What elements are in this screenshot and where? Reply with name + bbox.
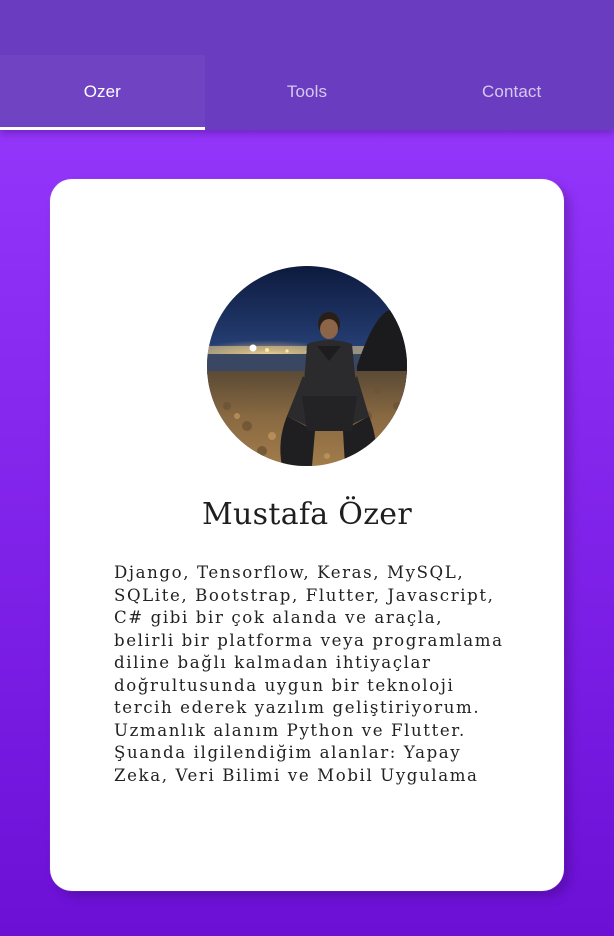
tab-ozer-label: Ozer (83, 82, 121, 101)
tab-ozer[interactable]: Ozer (0, 55, 205, 130)
tab-tools-label: Tools (286, 82, 328, 101)
tab-contact-label: Contact (482, 82, 542, 101)
avatar (207, 266, 407, 466)
profile-card: Mustafa Özer Django, Tensorflow, Keras, … (50, 179, 564, 891)
tab-bar: Ozer Tools Contact (0, 55, 614, 130)
profile-name: Mustafa Özer (202, 497, 412, 532)
avatar-photo (207, 266, 407, 466)
profile-bio: Django, Tensorflow, Keras, MySQL, SQLite… (114, 563, 504, 785)
app-bar: Ozer Tools Contact (0, 0, 614, 130)
active-tab-indicator (0, 127, 205, 130)
tab-tools[interactable]: Tools (205, 55, 410, 130)
tab-contact[interactable]: Contact (409, 55, 614, 130)
